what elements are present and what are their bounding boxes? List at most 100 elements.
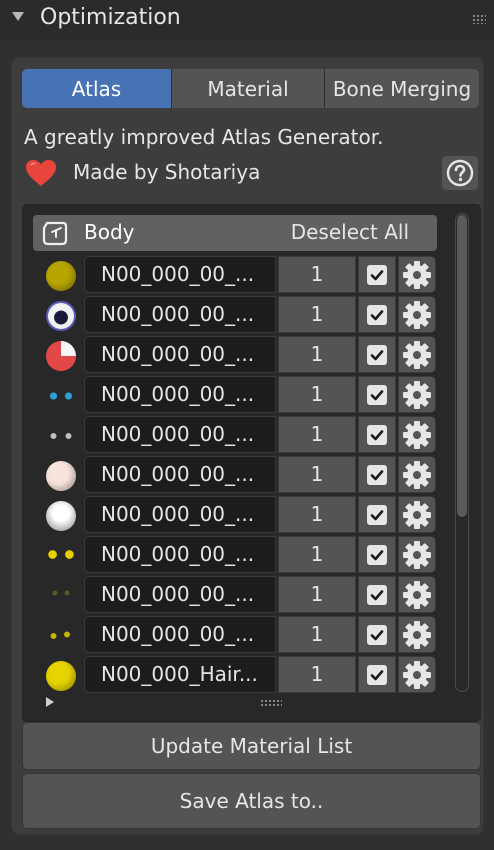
material-include-checkbox[interactable] bbox=[358, 416, 396, 453]
material-name-field[interactable]: N00_000_00_... bbox=[84, 416, 276, 453]
material-thumbnail bbox=[46, 501, 76, 531]
gear-icon bbox=[403, 260, 431, 289]
material-name-field[interactable]: N00_000_00_... bbox=[84, 336, 276, 373]
tab-bone-merging[interactable]: Bone Merging bbox=[325, 69, 479, 108]
material-row[interactable]: N00_000_00_... 1 bbox=[40, 413, 440, 453]
material-thumbnail bbox=[46, 421, 76, 451]
material-thumbnail bbox=[46, 581, 76, 611]
expand-triangle-icon[interactable] bbox=[46, 697, 54, 707]
material-row[interactable]: N00_000_00_... 1 bbox=[40, 253, 440, 293]
material-count-field[interactable]: 1 bbox=[278, 336, 356, 373]
material-include-checkbox[interactable] bbox=[358, 616, 396, 653]
gear-icon bbox=[403, 460, 431, 489]
material-include-checkbox[interactable] bbox=[358, 656, 396, 693]
update-material-list-button[interactable]: Update Material List bbox=[22, 722, 481, 770]
list-scrollbar-thumb[interactable] bbox=[457, 215, 467, 517]
description-text: A greatly improved Atlas Generator. bbox=[24, 125, 384, 149]
material-name-field[interactable]: N00_000_00_... bbox=[84, 456, 276, 493]
material-thumbnail bbox=[46, 461, 76, 491]
material-name-field[interactable]: N00_000_00_... bbox=[84, 536, 276, 573]
material-count-field[interactable]: 1 bbox=[278, 456, 356, 493]
list-resize-grip-icon[interactable] bbox=[260, 699, 282, 707]
material-row[interactable]: N00_000_00_... 1 bbox=[40, 493, 440, 533]
material-thumbnail bbox=[46, 661, 76, 691]
material-include-checkbox[interactable] bbox=[358, 576, 396, 613]
panel-title: Optimization bbox=[40, 5, 181, 30]
collapse-triangle-icon[interactable] bbox=[12, 12, 24, 21]
material-include-checkbox[interactable] bbox=[358, 456, 396, 493]
gear-icon bbox=[403, 500, 431, 529]
material-settings-button[interactable] bbox=[398, 656, 436, 693]
checkmark-icon bbox=[367, 624, 387, 645]
material-settings-button[interactable] bbox=[398, 376, 436, 413]
material-count-field[interactable]: 1 bbox=[278, 296, 356, 333]
material-settings-button[interactable] bbox=[398, 416, 436, 453]
material-settings-button[interactable] bbox=[398, 296, 436, 333]
tab-material[interactable]: Material bbox=[172, 69, 325, 108]
material-name-field[interactable]: N00_000_00_... bbox=[84, 256, 276, 293]
credit-text: Made by Shotariya bbox=[73, 160, 261, 184]
material-name-field[interactable]: N00_000_00_... bbox=[84, 616, 276, 653]
material-row[interactable]: N00_000_00_... 1 bbox=[40, 573, 440, 613]
checkmark-icon bbox=[367, 544, 387, 565]
checkmark-icon bbox=[367, 504, 387, 525]
material-count-field[interactable]: 1 bbox=[278, 656, 356, 693]
material-row[interactable]: N00_000_00_... 1 bbox=[40, 293, 440, 333]
gear-icon bbox=[403, 340, 431, 369]
material-settings-button[interactable] bbox=[398, 256, 436, 293]
gear-icon bbox=[403, 540, 431, 569]
material-include-checkbox[interactable] bbox=[358, 256, 396, 293]
material-row[interactable]: N00_000_00_... 1 bbox=[40, 333, 440, 373]
panel-header[interactable]: Optimization bbox=[0, 0, 494, 40]
material-row[interactable]: N00_000_Hair... 1 bbox=[40, 653, 440, 693]
mesh-cube-icon bbox=[42, 221, 68, 246]
gear-icon bbox=[403, 620, 431, 649]
material-name-field[interactable]: N00_000_00_... bbox=[84, 376, 276, 413]
material-count-field[interactable]: 1 bbox=[278, 536, 356, 573]
mesh-header-row[interactable]: Body Deselect All bbox=[33, 215, 437, 251]
material-name-field[interactable]: N00_000_00_... bbox=[84, 296, 276, 333]
material-thumbnail bbox=[46, 381, 76, 411]
help-button[interactable] bbox=[442, 156, 478, 190]
tab-atlas[interactable]: Atlas bbox=[22, 69, 172, 108]
material-row[interactable]: N00_000_00_... 1 bbox=[40, 373, 440, 413]
material-settings-button[interactable] bbox=[398, 536, 436, 573]
material-row[interactable]: N00_000_00_... 1 bbox=[40, 613, 440, 653]
material-count-field[interactable]: 1 bbox=[278, 376, 356, 413]
checkmark-icon bbox=[367, 384, 387, 405]
gear-icon bbox=[403, 300, 431, 329]
material-thumbnail bbox=[46, 301, 76, 331]
material-include-checkbox[interactable] bbox=[358, 376, 396, 413]
save-atlas-button[interactable]: Save Atlas to.. bbox=[22, 773, 481, 829]
material-count-field[interactable]: 1 bbox=[278, 496, 356, 533]
gear-icon bbox=[403, 380, 431, 409]
material-settings-button[interactable] bbox=[398, 576, 436, 613]
drag-grip-icon[interactable] bbox=[472, 14, 486, 24]
gear-icon bbox=[403, 420, 431, 449]
material-name-field[interactable]: N00_000_00_... bbox=[84, 576, 276, 613]
checkmark-icon bbox=[367, 264, 387, 285]
material-thumbnail bbox=[46, 621, 76, 651]
material-settings-button[interactable] bbox=[398, 616, 436, 653]
material-row[interactable]: N00_000_00_... 1 bbox=[40, 453, 440, 493]
material-name-field[interactable]: N00_000_Hair... bbox=[84, 656, 276, 693]
deselect-all-button[interactable]: Deselect All bbox=[291, 220, 409, 244]
material-settings-button[interactable] bbox=[398, 336, 436, 373]
material-thumbnail bbox=[46, 541, 76, 571]
material-count-field[interactable]: 1 bbox=[278, 576, 356, 613]
material-count-field[interactable]: 1 bbox=[278, 256, 356, 293]
material-name-field[interactable]: N00_000_00_... bbox=[84, 496, 276, 533]
material-settings-button[interactable] bbox=[398, 456, 436, 493]
material-include-checkbox[interactable] bbox=[358, 336, 396, 373]
material-count-field[interactable]: 1 bbox=[278, 616, 356, 653]
material-include-checkbox[interactable] bbox=[358, 536, 396, 573]
material-include-checkbox[interactable] bbox=[358, 496, 396, 533]
material-thumbnail bbox=[46, 341, 76, 371]
question-icon bbox=[446, 159, 474, 187]
material-settings-button[interactable] bbox=[398, 496, 436, 533]
material-include-checkbox[interactable] bbox=[358, 296, 396, 333]
material-row[interactable]: N00_000_00_... 1 bbox=[40, 533, 440, 573]
material-count-field[interactable]: 1 bbox=[278, 416, 356, 453]
checkmark-icon bbox=[367, 584, 387, 605]
gear-icon bbox=[403, 580, 431, 609]
